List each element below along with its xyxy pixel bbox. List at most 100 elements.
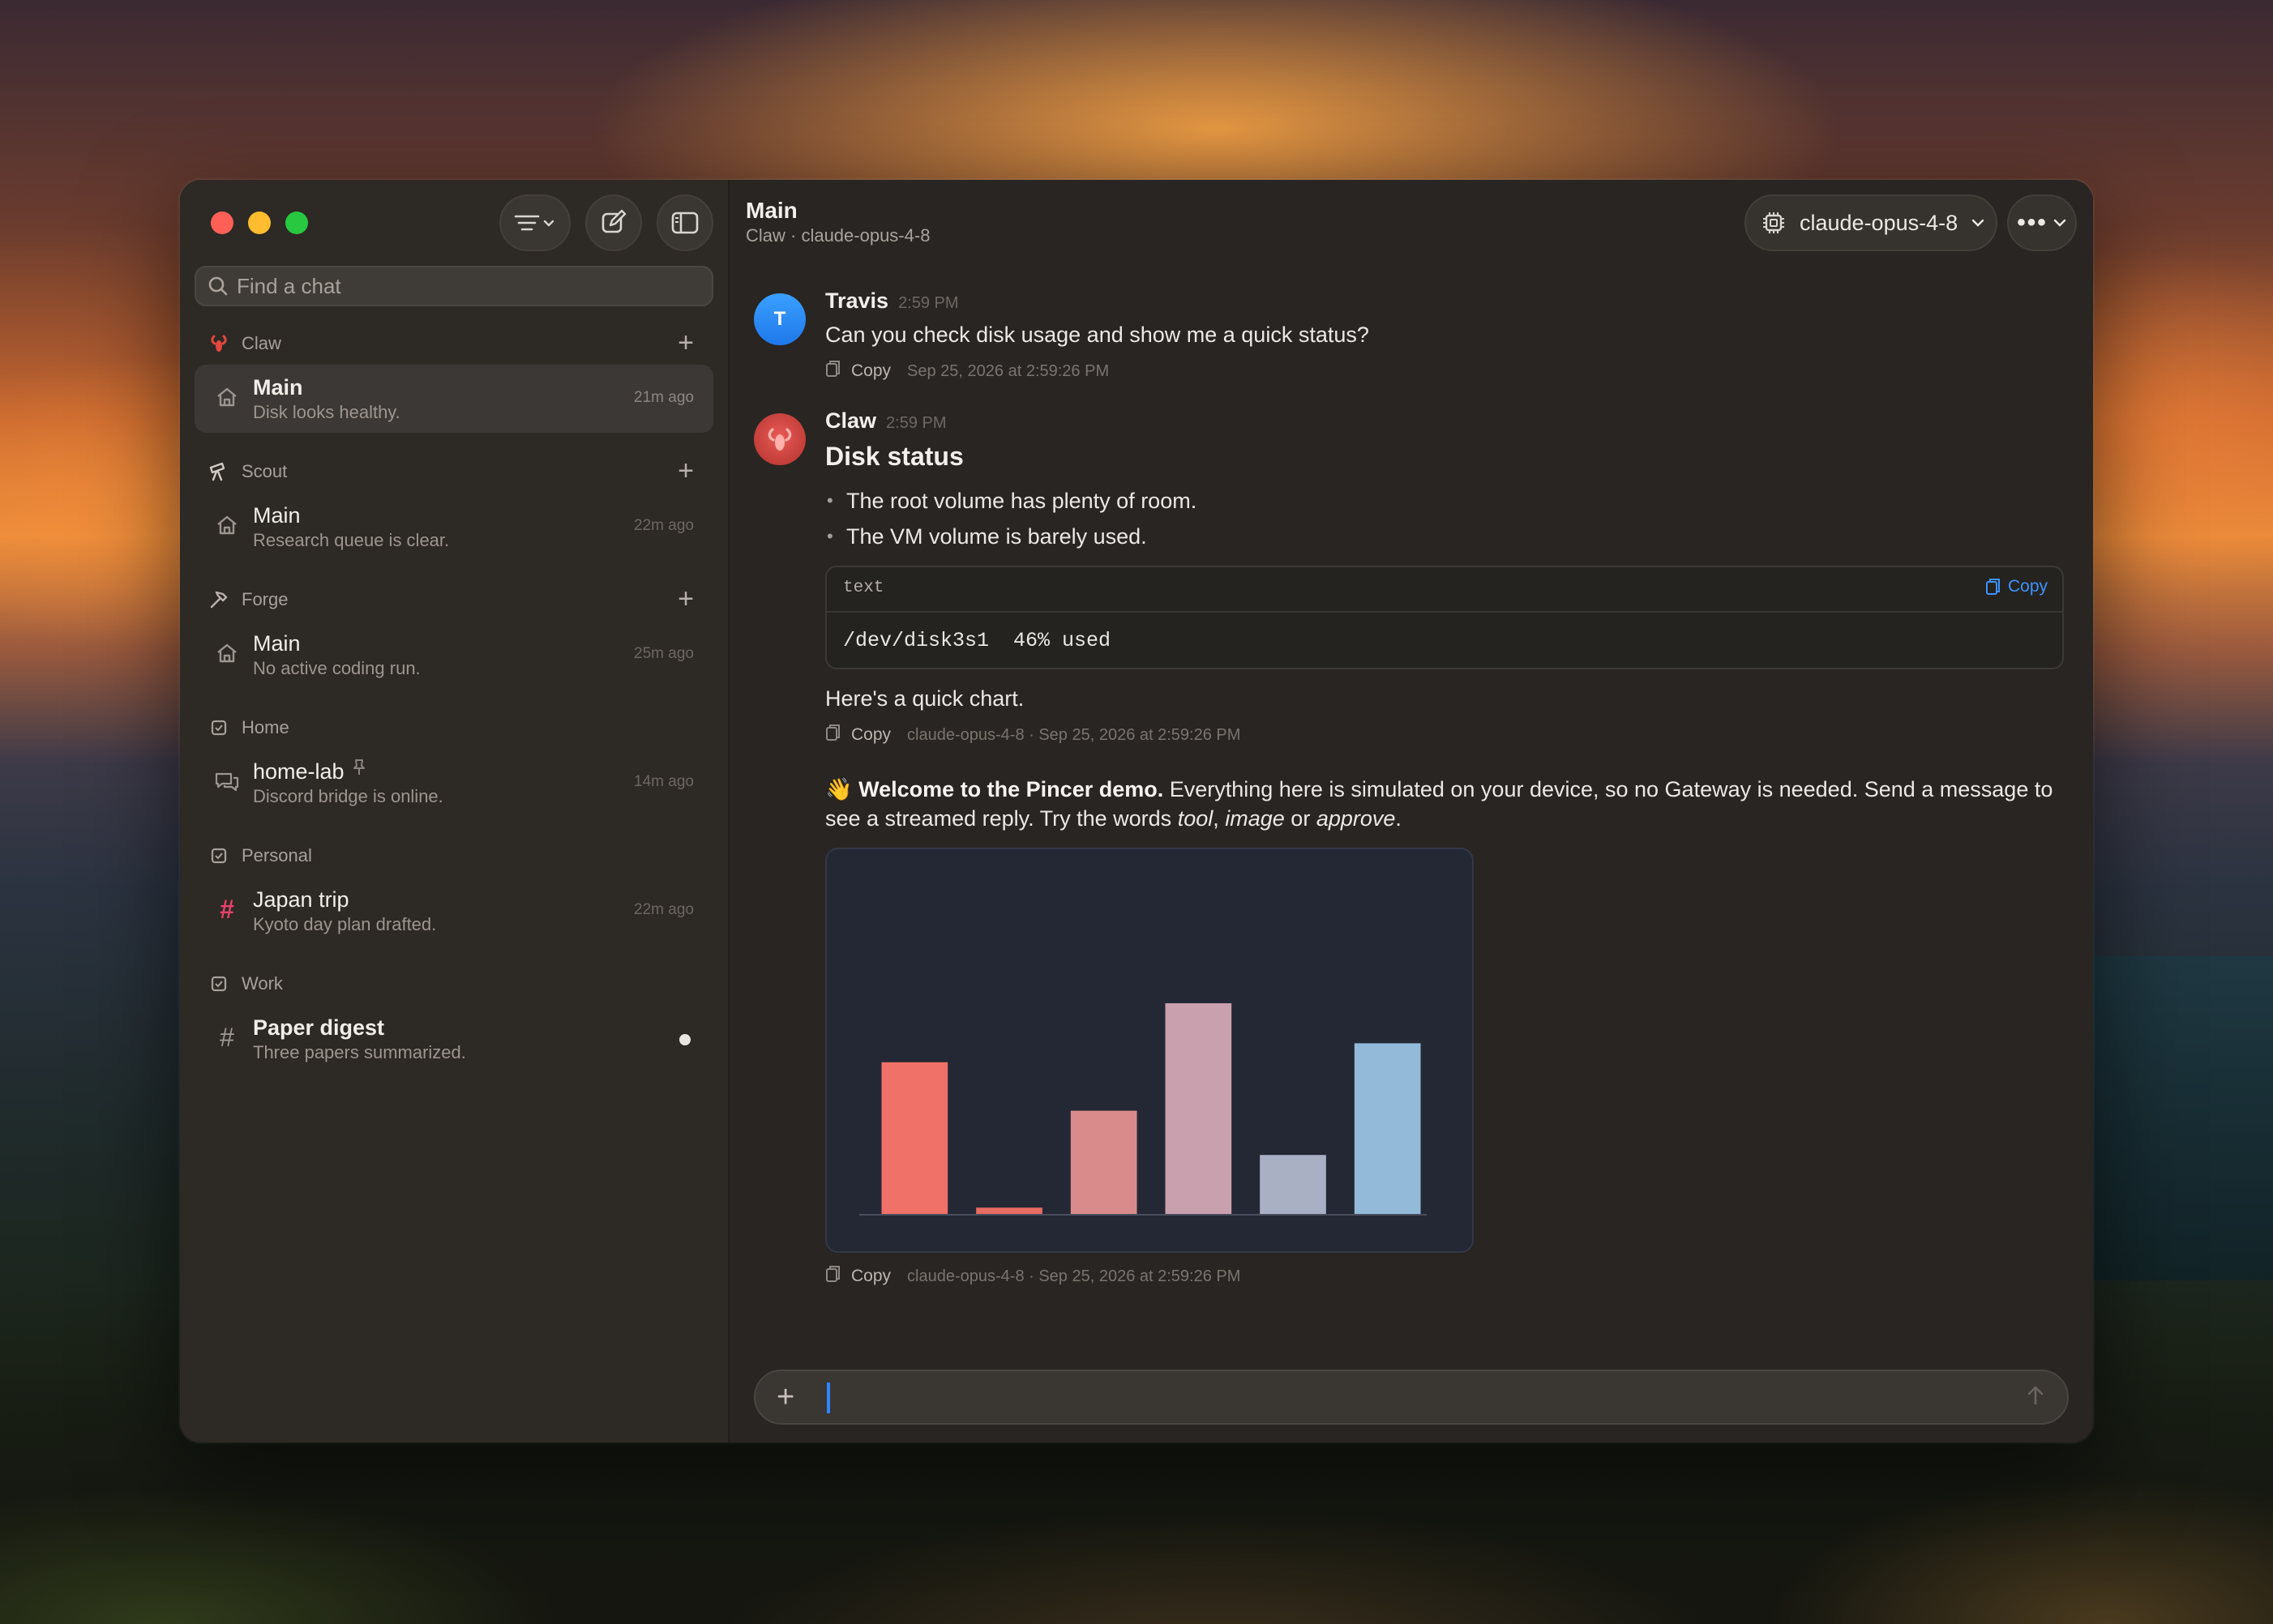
copy-icon[interactable] — [825, 723, 841, 747]
code-copy-label: Copy — [2007, 577, 2048, 596]
close-window-button[interactable] — [211, 212, 233, 234]
home-icon — [214, 512, 240, 538]
message-timestamp: Sep 25, 2026 at 2:59:26 PM — [907, 361, 1110, 380]
add-chat-scout-button[interactable]: + — [678, 457, 694, 485]
zoom-window-button[interactable] — [285, 212, 308, 234]
keyword-tool: tool — [1177, 806, 1214, 831]
add-chat-claw-button[interactable]: + — [678, 329, 694, 357]
send-arrow-icon[interactable] — [2025, 1384, 2046, 1413]
copy-icon[interactable] — [825, 1264, 841, 1289]
sidebar-titlebar — [195, 180, 713, 266]
welcome-sep: or — [1284, 806, 1316, 831]
chart-bar-4 — [1165, 1003, 1232, 1214]
claw-avatar-icon — [754, 413, 806, 465]
conversation-header: Main Claw · claude-opus-4-8 claude-opus-… — [730, 180, 2093, 266]
compose-icon — [601, 209, 627, 233]
filter-button[interactable] — [499, 194, 571, 251]
group-header-home[interactable]: Home — [195, 707, 713, 749]
message-claw: Claw 2:59 PM Disk status The root volume … — [754, 408, 2069, 1289]
bullet-item: The VM volume is barely used. — [825, 519, 2069, 554]
copy-button[interactable]: Copy — [851, 361, 891, 381]
add-chat-forge-button[interactable]: + — [678, 585, 694, 613]
chevron-down-icon — [1971, 219, 1984, 227]
copy-button[interactable]: Copy — [851, 1267, 891, 1286]
code-copy-button[interactable]: Copy — [1985, 577, 2048, 596]
search-icon — [208, 276, 228, 296]
group-name: Home — [242, 717, 289, 737]
conversation-pane: Main Claw · claude-opus-4-8 claude-opus-… — [730, 180, 2093, 1442]
toggle-sidebar-button[interactable] — [657, 194, 713, 251]
chat-item-japan-trip[interactable]: # Japan trip Kyoto day plan drafted. 22m… — [195, 877, 713, 945]
chat-item-home-lab[interactable]: home-lab Discord bridge is online. 14m a… — [195, 749, 713, 817]
chat-item-forge-main[interactable]: Main No active coding run. 25m ago — [195, 621, 713, 689]
welcome-bold: Welcome to the Pincer demo. — [858, 777, 1164, 801]
chart-bar-1 — [881, 1062, 948, 1214]
new-chat-button[interactable] — [585, 194, 642, 251]
chat-item-claw-main[interactable]: Main Disk looks healthy. 21m ago — [195, 365, 713, 433]
model-name: claude-opus-4-8 — [1800, 210, 1958, 235]
attach-plus-button[interactable]: + — [777, 1381, 794, 1413]
telescope-icon — [208, 460, 230, 483]
claw-lobster-icon — [208, 332, 230, 355]
code-content: /dev/disk3s1 46% used — [843, 629, 1111, 652]
chevron-down-icon — [2053, 219, 2065, 227]
hashtag-icon: # — [220, 894, 234, 924]
group-header-personal[interactable]: Personal — [195, 835, 713, 877]
message-heading: Disk status — [825, 442, 964, 471]
search-input[interactable] — [237, 273, 691, 299]
chat-title: Paper digest — [253, 1015, 385, 1040]
chat-item-paper-digest[interactable]: # Paper digest Three papers summarized. — [195, 1005, 713, 1073]
bullet-item: The root volume has plenty of room. — [825, 483, 2069, 519]
message-author: Claw — [825, 408, 877, 433]
copy-button[interactable]: Copy — [851, 725, 891, 745]
group-header-scout[interactable]: Scout + — [195, 451, 713, 493]
pin-icon — [353, 759, 366, 784]
group-header-claw[interactable]: Claw + — [195, 323, 713, 365]
chat-subtitle: Three papers summarized. — [253, 1042, 466, 1062]
checkbox-icon — [208, 716, 230, 739]
checkbox-icon — [208, 972, 230, 995]
unread-indicator — [679, 1034, 691, 1045]
window-controls — [211, 212, 308, 234]
chip-icon — [1763, 212, 1784, 233]
message-author: Travis — [825, 288, 889, 313]
conversation-subtitle: Claw · claude-opus-4-8 — [746, 225, 931, 246]
message-list: T Travis 2:59 PM Can you check disk usage… — [730, 266, 2093, 1345]
search-box[interactable] — [195, 266, 713, 306]
keyword-image: image — [1225, 806, 1285, 831]
group-header-forge[interactable]: Forge + — [195, 579, 713, 621]
chat-time: 14m ago — [634, 773, 694, 790]
message-composer: + — [754, 1370, 2069, 1425]
code-divider — [827, 611, 2062, 613]
more-options-button[interactable]: ••• — [2007, 194, 2077, 251]
bar-chart-card — [825, 848, 1474, 1253]
group-name: Work — [242, 973, 283, 994]
avatar: T — [754, 293, 806, 345]
chat-time: 22m ago — [634, 901, 694, 918]
message-timestamp: claude-opus-4-8 · Sep 25, 2026 at 2:59:2… — [907, 1267, 1241, 1285]
chart-bar-3 — [1070, 1110, 1137, 1214]
chat-title: home-lab — [253, 759, 345, 784]
checkbox-icon — [208, 844, 230, 867]
wave-emoji: 👋 — [825, 777, 853, 801]
ellipsis-icon: ••• — [2017, 209, 2048, 236]
chart-bar-5 — [1260, 1155, 1326, 1214]
chat-time: 21m ago — [634, 389, 694, 406]
app-window: Claw + Main Disk looks healthy. 21m ago … — [180, 180, 2093, 1442]
hammer-icon — [208, 588, 230, 611]
message-text: Can you check disk usage and show me a q… — [825, 323, 1369, 347]
group-name: Claw — [242, 333, 281, 353]
minimize-window-button[interactable] — [248, 212, 271, 234]
group-header-work[interactable]: Work — [195, 963, 713, 1005]
chat-item-scout-main[interactable]: Main Research queue is clear. 22m ago — [195, 493, 713, 561]
message-timestamp: claude-opus-4-8 · Sep 25, 2026 at 2:59:2… — [907, 725, 1241, 744]
message-meta: Copy claude-opus-4-8 · Sep 25, 2026 at 2… — [825, 723, 2069, 747]
message-input[interactable] — [827, 1383, 2043, 1413]
message-meta: Copy claude-opus-4-8 · Sep 25, 2026 at 2… — [825, 1264, 2069, 1289]
copy-icon[interactable] — [825, 359, 841, 383]
sidebar: Claw + Main Disk looks healthy. 21m ago … — [180, 180, 730, 1442]
model-selector[interactable]: claude-opus-4-8 — [1744, 194, 1997, 251]
group-name: Forge — [242, 589, 289, 609]
welcome-end: . — [1395, 806, 1402, 831]
chart-bar-6 — [1354, 1043, 1421, 1214]
